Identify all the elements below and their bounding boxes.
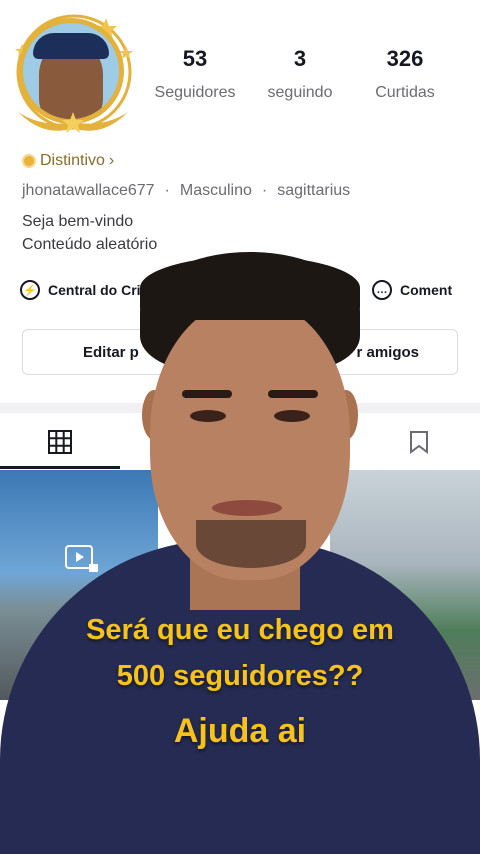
following-label: seguindo: [267, 84, 333, 101]
followers-label: Seguidores: [154, 84, 236, 101]
person-hair-top: [140, 256, 360, 320]
badge-icon: [22, 154, 36, 168]
caption-line-2: 500 seguidores??: [116, 660, 364, 692]
likes-label: Curtidas: [375, 84, 435, 101]
private-video-icon: [65, 545, 98, 572]
separator: ·: [164, 182, 170, 199]
caption-line-3: Ajuda ai: [173, 712, 307, 750]
followers-stat[interactable]: 53 Seguidores: [140, 46, 250, 102]
chevron-right-icon: ›: [108, 152, 115, 169]
laurel-icon: [18, 112, 128, 133]
person-mouth: [212, 500, 282, 516]
comments-button[interactable]: … Coment: [372, 280, 452, 300]
comments-label: Coment: [400, 282, 453, 298]
person-brow: [182, 390, 232, 398]
likes-count: 326: [386, 46, 424, 71]
grid-icon[interactable]: [48, 430, 72, 454]
gender: Masculino: [179, 182, 252, 199]
following-count: 3: [293, 46, 307, 71]
likes-stat[interactable]: 326 Curtidas: [350, 46, 460, 102]
person-eye: [274, 410, 310, 422]
avatar-hat: [33, 33, 109, 59]
followers-count: 53: [182, 46, 208, 71]
bolt-icon: ⚡: [20, 280, 40, 300]
badge-label: Distintivo: [40, 152, 105, 169]
badge-link[interactable]: Distintivo ›: [22, 152, 114, 170]
bio-line-1: Seja bem-vindo: [22, 213, 134, 230]
bookmark-icon[interactable]: [408, 430, 430, 454]
add-friends-label: r amigos: [356, 343, 419, 361]
person-eye: [190, 410, 226, 422]
person-brow: [268, 390, 318, 398]
following-stat[interactable]: 3 seguindo: [245, 46, 355, 102]
bio-line-2: Conteúdo aleatório: [22, 236, 158, 253]
separator: ·: [261, 182, 268, 199]
zodiac-sign: sagittarius: [277, 182, 351, 199]
person-beard: [196, 520, 306, 568]
active-tab-indicator: [0, 466, 120, 469]
edit-profile-label: Editar p: [83, 343, 139, 361]
profile-meta: jhonatawallace677 · Masculino · sagittar…: [22, 182, 350, 200]
comment-icon: …: [372, 280, 392, 300]
username: jhonatawallace677: [22, 182, 155, 199]
caption-line-1: Será que eu chego em: [86, 614, 394, 646]
